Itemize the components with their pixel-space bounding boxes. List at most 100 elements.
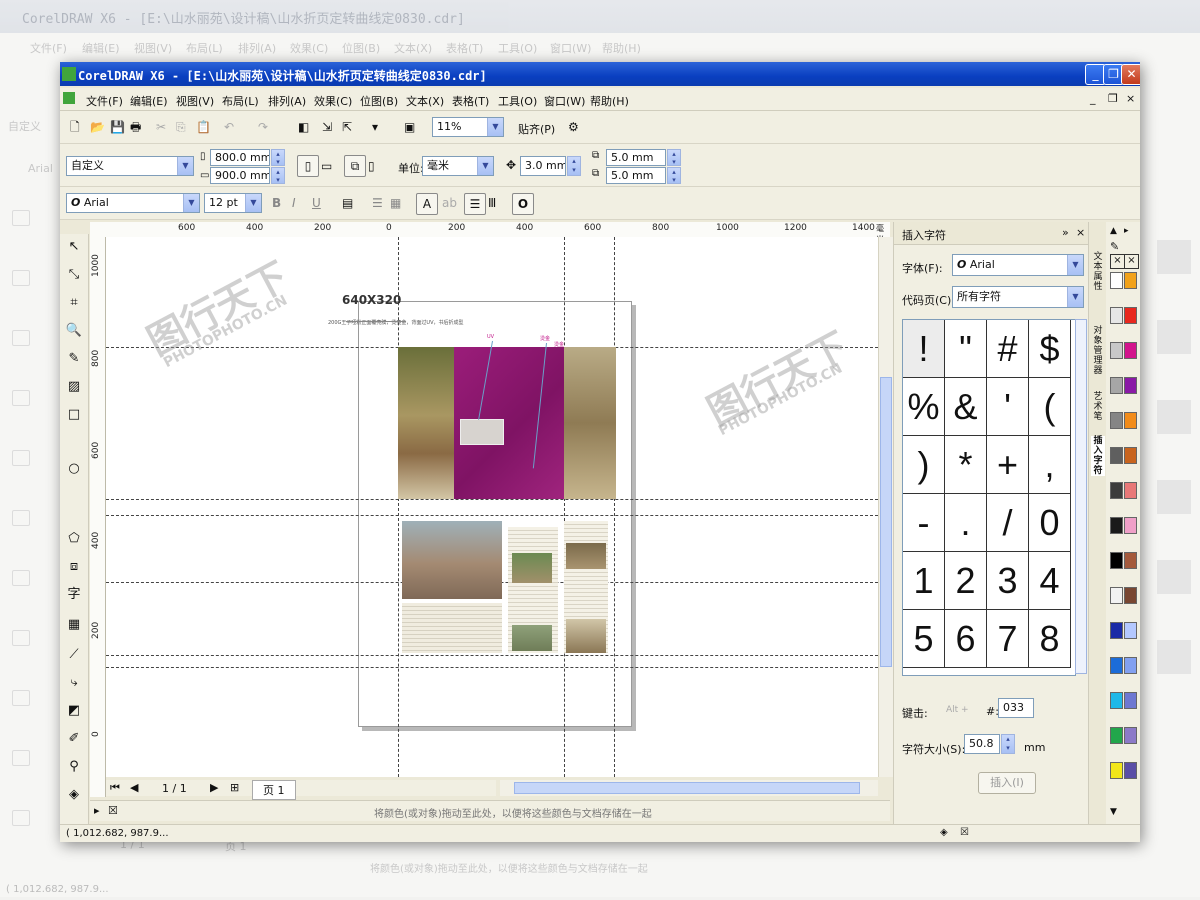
portrait-button[interactable]: ▯	[297, 155, 319, 177]
search-content-icon[interactable]: ◧	[298, 119, 309, 135]
text-align-icon[interactable]: ▤	[342, 195, 353, 211]
character-grid-scrollbar[interactable]	[1075, 319, 1087, 674]
basic-shapes-icon[interactable]: ⧈	[64, 558, 84, 576]
horizontal-guideline[interactable]	[106, 667, 878, 668]
color-swatch[interactable]	[1124, 692, 1137, 709]
horizontal-text-button[interactable]: ☰	[464, 193, 486, 215]
color-swatch[interactable]	[1124, 517, 1137, 534]
first-page-icon[interactable]: ⏮	[110, 781, 120, 795]
doc-close-button[interactable]: ×	[1126, 92, 1135, 105]
character-cell[interactable]: -	[903, 494, 945, 552]
color-swatch[interactable]	[1124, 762, 1137, 779]
dimension-tool-icon[interactable]: ⟋	[64, 646, 84, 664]
bullet-list-icon[interactable]: ☰	[372, 195, 383, 211]
palette-options-icon[interactable]: ▸	[94, 804, 100, 817]
fill-tool-icon[interactable]: ◈	[64, 786, 84, 804]
color-swatch[interactable]	[1110, 587, 1123, 604]
character-cell[interactable]: /	[987, 494, 1029, 552]
character-cell[interactable]: 5	[903, 610, 945, 668]
vertical-text-icon[interactable]: Ⅲ	[488, 195, 496, 211]
horizontal-guideline[interactable]	[106, 499, 878, 500]
outline-tool-icon[interactable]: ⚲	[64, 758, 84, 776]
vertical-guideline[interactable]	[614, 237, 615, 777]
menu-effects[interactable]: 效果(C)	[314, 93, 352, 109]
smart-fill-icon[interactable]: ▨	[64, 378, 84, 396]
character-cell[interactable]: "	[945, 320, 987, 378]
chevron-down-icon[interactable]: ▼	[477, 157, 493, 175]
vertical-guideline[interactable]	[564, 237, 565, 777]
color-swatch[interactable]	[1110, 447, 1123, 464]
color-swatch[interactable]	[1110, 622, 1123, 639]
character-cell[interactable]: 6	[945, 610, 987, 668]
horizontal-scrollbar[interactable]	[500, 780, 878, 796]
character-cell[interactable]: 1	[903, 552, 945, 610]
color-swatch[interactable]	[1110, 552, 1123, 569]
redo-icon[interactable]: ↷	[258, 119, 268, 135]
chevron-down-icon[interactable]: ▼	[245, 194, 261, 212]
character-cell[interactable]: .	[945, 494, 987, 552]
freehand-tool-icon[interactable]: ✎	[64, 350, 84, 368]
color-swatch[interactable]	[1110, 377, 1123, 394]
all-pages-button[interactable]: ⧉	[344, 155, 366, 177]
no-fill-swatch[interactable]: ×	[1124, 254, 1139, 269]
docker-tab-artistic-media[interactable]: 艺术笔	[1091, 392, 1105, 432]
width-spinner[interactable]: ▴ ▾	[271, 149, 285, 166]
menu-bitmaps[interactable]: 位图(B)	[360, 93, 398, 109]
docker-close-icon[interactable]: ×	[1076, 226, 1085, 239]
character-cell[interactable]: +	[987, 436, 1029, 494]
menu-arrange[interactable]: 排列(A)	[268, 93, 306, 109]
docker-tab-object-manager[interactable]: 对象管理器	[1091, 326, 1105, 386]
color-swatch[interactable]	[1124, 377, 1137, 394]
cover-left-photo[interactable]	[398, 347, 454, 499]
page-tab[interactable]: 页 1	[252, 780, 296, 800]
edit-text-icon[interactable]: ab	[442, 195, 457, 211]
print-icon[interactable]: 🖶	[130, 119, 141, 135]
vertical-scroll-thumb[interactable]	[880, 377, 892, 667]
color-swatch[interactable]	[1124, 482, 1137, 499]
eyedropper-icon[interactable]: ✎	[1110, 240, 1119, 253]
character-cell[interactable]: *	[945, 436, 987, 494]
chevron-down-icon[interactable]: ▼	[487, 118, 503, 136]
no-fill-swatch[interactable]: ×	[1110, 254, 1125, 269]
vertical-guideline[interactable]	[398, 237, 399, 777]
save-icon[interactable]: 💾	[110, 119, 125, 135]
landscape-icon[interactable]: ▭	[321, 158, 332, 174]
polygon-tool-icon[interactable]: ⬠	[64, 530, 84, 548]
char-size-spinner[interactable]: ▴ ▾	[1001, 734, 1015, 754]
color-swatch[interactable]	[1110, 727, 1123, 744]
docker-tab-insert-character[interactable]: 插入字符	[1091, 436, 1105, 476]
page-width-input[interactable]: 800.0 mm	[210, 149, 270, 166]
color-swatch[interactable]	[1124, 587, 1137, 604]
menu-text[interactable]: 文本(X)	[406, 93, 444, 109]
chevron-down-icon[interactable]: ▼	[183, 194, 199, 212]
character-grid[interactable]: ! " # $ % & ' ( ) * + , - . / 0 1 2 3 4 …	[902, 319, 1076, 676]
crop-tool-icon[interactable]: ⌗	[64, 294, 84, 312]
connector-tool-icon[interactable]: ⤷	[64, 674, 84, 692]
chevron-down-icon[interactable]: ▼	[1067, 255, 1083, 275]
character-cell[interactable]: $	[1029, 320, 1071, 378]
color-swatch[interactable]	[1110, 762, 1123, 779]
chevron-down-icon[interactable]: ▼	[1067, 287, 1083, 307]
menu-tools[interactable]: 工具(O)	[498, 93, 537, 109]
zoom-level-select[interactable]: 11% ▼	[432, 117, 504, 137]
add-page-icon[interactable]: ⊞	[230, 781, 239, 794]
snap-to-button[interactable]: 贴齐(P)	[518, 121, 555, 137]
char-code-input[interactable]: 033	[998, 698, 1034, 718]
shape-tool-icon[interactable]: ⤡	[64, 266, 84, 284]
close-button[interactable]: ✕	[1121, 64, 1140, 85]
prev-page-icon[interactable]: ◀	[130, 781, 138, 794]
cut-icon[interactable]: ✂	[156, 119, 166, 135]
character-cell[interactable]: 2	[945, 552, 987, 610]
drawing-canvas[interactable]: 640X320 200G王子哑粉正面覆亮膜，烫亮金，背面过UV，书后折成型 UV…	[106, 237, 878, 777]
italic-icon[interactable]: I	[292, 195, 296, 211]
menu-help[interactable]: 帮助(H)	[590, 93, 629, 109]
font-size-select[interactable]: 12 pt ▼	[204, 193, 262, 213]
color-swatch[interactable]	[1124, 657, 1137, 674]
duplicate-y-input[interactable]: 5.0 mm	[606, 167, 666, 184]
current-page-icon[interactable]: ▯	[368, 158, 375, 174]
horizontal-ruler[interactable]: 600 400 200 0 200 400 600 800 1000 1200 …	[90, 222, 890, 244]
color-swatch[interactable]	[1110, 657, 1123, 674]
color-swatch[interactable]	[1124, 342, 1137, 359]
color-swatch[interactable]	[1124, 622, 1137, 639]
menu-layout[interactable]: 布局(L)	[222, 93, 259, 109]
